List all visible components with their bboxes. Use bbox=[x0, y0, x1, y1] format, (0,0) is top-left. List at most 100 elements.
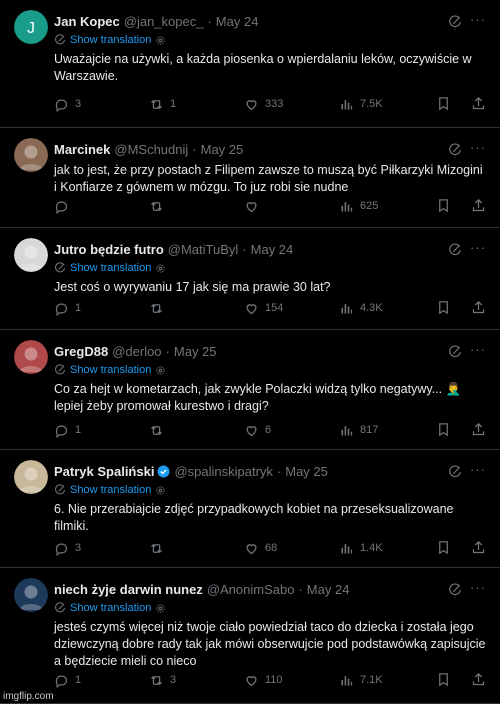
tweet-content: niech żyje darwin nunez @AnonimSabo · Ma… bbox=[54, 580, 486, 670]
grok-icon[interactable] bbox=[448, 345, 462, 359]
bookmark-icon[interactable] bbox=[416, 540, 451, 555]
like-button[interactable]: 6 bbox=[244, 423, 339, 438]
like-button[interactable] bbox=[244, 199, 339, 214]
tweet-date[interactable]: May 25 bbox=[285, 464, 328, 479]
more-icon[interactable]: ··· bbox=[470, 462, 486, 477]
bookmark-icon[interactable] bbox=[416, 672, 451, 687]
show-translation-link[interactable]: Show translation bbox=[70, 262, 151, 274]
repost-button[interactable] bbox=[149, 199, 244, 214]
like-button[interactable]: 154 bbox=[244, 301, 339, 316]
tweet-date[interactable]: May 25 bbox=[201, 142, 244, 157]
repost-button[interactable] bbox=[149, 423, 244, 438]
gear-icon[interactable] bbox=[155, 35, 166, 46]
tweet-text: Co za hejt w kometarzach, jak zwykle Pol… bbox=[54, 382, 465, 413]
share-icon[interactable] bbox=[451, 96, 486, 111]
repost-count: 3 bbox=[170, 674, 177, 686]
more-icon[interactable]: ··· bbox=[470, 342, 486, 357]
avatar[interactable] bbox=[14, 340, 48, 374]
tweet[interactable]: niech żyje darwin nunez @AnonimSabo · Ma… bbox=[0, 568, 500, 704]
repost-button[interactable]: 3 bbox=[149, 673, 244, 688]
tweet[interactable]: J Jan Kopec @jan_kopec_ · May 24 ··· Sho… bbox=[0, 0, 500, 128]
grok-icon[interactable] bbox=[448, 143, 462, 157]
repost-count: 1 bbox=[170, 98, 177, 110]
gear-icon[interactable] bbox=[155, 365, 166, 376]
grok-icon[interactable] bbox=[448, 243, 462, 257]
share-icon[interactable] bbox=[451, 198, 486, 213]
views-icon bbox=[339, 673, 360, 688]
grok-icon[interactable] bbox=[448, 465, 462, 479]
gear-icon[interactable] bbox=[155, 263, 166, 274]
author-handle[interactable]: @spalinskipatryk bbox=[174, 464, 272, 479]
views-count: 4.3K bbox=[360, 302, 383, 314]
author-name[interactable]: Patryk Spaliński bbox=[54, 464, 154, 479]
author-handle[interactable]: @derloo bbox=[112, 344, 161, 359]
tweet[interactable]: Marcinek @MSchudnij · May 25 ··· jak to … bbox=[0, 128, 500, 228]
avatar[interactable] bbox=[14, 238, 48, 272]
avatar[interactable] bbox=[14, 578, 48, 612]
avatar[interactable]: J bbox=[14, 10, 48, 44]
avatar[interactable] bbox=[14, 138, 48, 172]
author-name[interactable]: Marcinek bbox=[54, 142, 110, 157]
reply-icon bbox=[54, 673, 75, 688]
tweet-date[interactable]: May 25 bbox=[174, 344, 217, 359]
more-icon[interactable]: ··· bbox=[470, 580, 486, 595]
tweet-actions: 3 68 1.4K bbox=[54, 540, 486, 556]
repost-icon bbox=[149, 97, 170, 112]
share-icon[interactable] bbox=[451, 672, 486, 687]
reply-button[interactable]: 1 bbox=[54, 673, 149, 688]
more-icon[interactable]: ··· bbox=[470, 240, 486, 255]
grok-icon[interactable] bbox=[448, 583, 462, 597]
author-handle[interactable]: @MatiTuByl bbox=[168, 242, 239, 257]
translation-row: Show translation bbox=[54, 33, 486, 47]
avatar[interactable] bbox=[14, 460, 48, 494]
share-icon[interactable] bbox=[451, 300, 486, 315]
bookmark-icon[interactable] bbox=[416, 96, 451, 111]
author-handle[interactable]: @AnonimSabo bbox=[207, 582, 295, 597]
show-translation-link[interactable]: Show translation bbox=[70, 364, 151, 376]
tweet[interactable]: Jutro będzie futro @MatiTuByl · May 24 ·… bbox=[0, 228, 500, 330]
author-name[interactable]: Jan Kopec bbox=[54, 14, 120, 29]
grok-icon[interactable] bbox=[448, 15, 462, 29]
gear-icon[interactable] bbox=[155, 485, 166, 496]
reply-button[interactable]: 1 bbox=[54, 301, 149, 316]
tweet-header: Patryk Spaliński @spalinskipatryk · May … bbox=[54, 462, 486, 480]
show-translation-link[interactable]: Show translation bbox=[70, 484, 151, 496]
bookmark-icon[interactable] bbox=[416, 300, 451, 315]
bookmark-icon[interactable] bbox=[416, 198, 451, 213]
reply-button[interactable]: 1 bbox=[54, 423, 149, 438]
like-button[interactable]: 110 bbox=[244, 673, 339, 688]
tweet[interactable]: GregD88 @derloo · May 25 ··· Show transl… bbox=[0, 330, 500, 450]
bookmark-icon[interactable] bbox=[416, 422, 451, 437]
tweet-date[interactable]: May 24 bbox=[251, 242, 294, 257]
tweet-date[interactable]: May 24 bbox=[307, 582, 350, 597]
tweet-date[interactable]: May 24 bbox=[216, 14, 259, 29]
share-icon[interactable] bbox=[451, 422, 486, 437]
repost-button[interactable]: 1 bbox=[149, 97, 244, 112]
tweet-header: Marcinek @MSchudnij · May 25 bbox=[54, 140, 486, 158]
share-icon[interactable] bbox=[451, 540, 486, 555]
author-name[interactable]: niech żyje darwin nunez bbox=[54, 582, 203, 597]
gear-icon[interactable] bbox=[155, 603, 166, 614]
tweet-content: Marcinek @MSchudnij · May 25 ··· jak to … bbox=[54, 140, 486, 196]
more-icon[interactable]: ··· bbox=[470, 12, 486, 27]
like-button[interactable]: 68 bbox=[244, 541, 339, 556]
reply-button[interactable] bbox=[54, 199, 149, 214]
tweet[interactable]: Patryk Spaliński @spalinskipatryk · May … bbox=[0, 450, 500, 568]
reply-button[interactable]: 3 bbox=[54, 97, 149, 112]
author-name[interactable]: GregD88 bbox=[54, 344, 108, 359]
author-handle[interactable]: @MSchudnij bbox=[114, 142, 188, 157]
repost-icon bbox=[149, 673, 170, 688]
author-handle[interactable]: @jan_kopec_ bbox=[124, 14, 204, 29]
views-icon bbox=[339, 97, 360, 112]
author-name[interactable]: Jutro będzie futro bbox=[54, 242, 164, 257]
tweet-content: Patryk Spaliński @spalinskipatryk · May … bbox=[54, 462, 486, 535]
reply-button[interactable]: 3 bbox=[54, 541, 149, 556]
show-translation-link[interactable]: Show translation bbox=[70, 602, 151, 614]
separator: · bbox=[298, 581, 303, 597]
more-icon[interactable]: ··· bbox=[470, 140, 486, 155]
repost-button[interactable] bbox=[149, 541, 244, 556]
like-button[interactable]: 333 bbox=[244, 97, 339, 112]
show-translation-link[interactable]: Show translation bbox=[70, 34, 151, 46]
repost-icon bbox=[149, 541, 170, 556]
repost-button[interactable] bbox=[149, 301, 244, 316]
